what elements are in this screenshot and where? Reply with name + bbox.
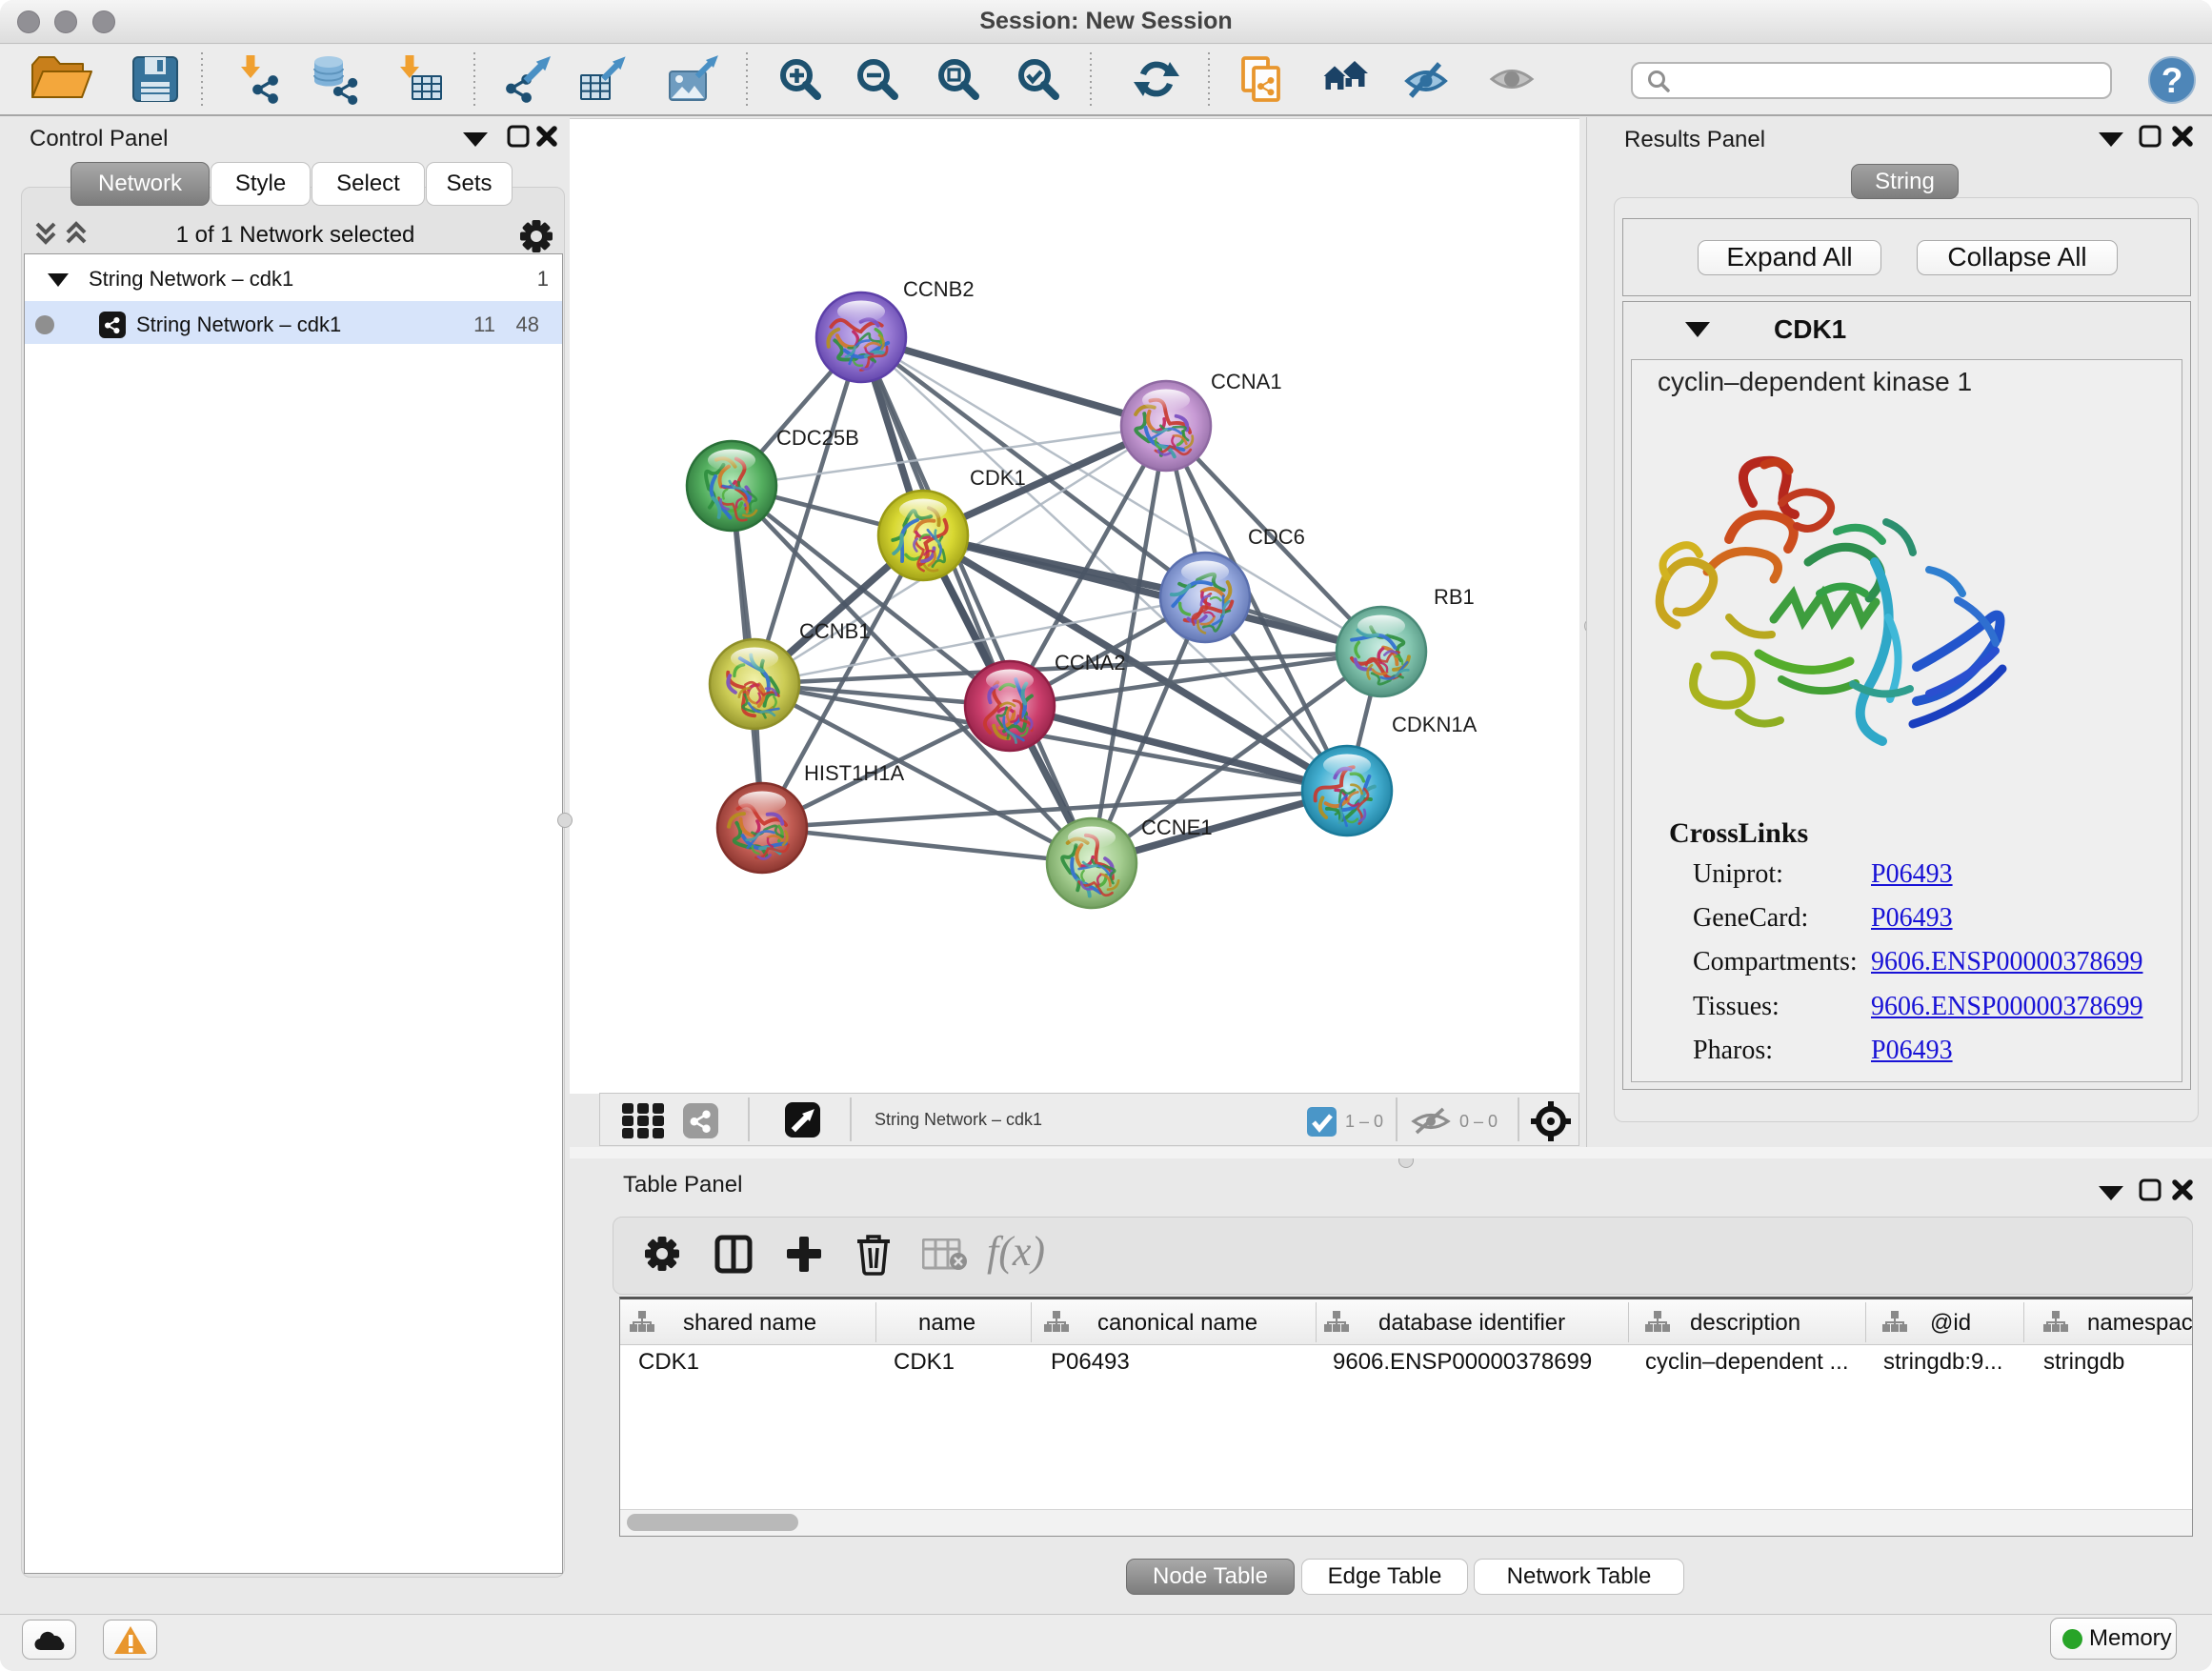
svg-text:?: ?	[2162, 61, 2183, 100]
svg-text:CDK1: CDK1	[970, 466, 1026, 490]
svg-text:CDC6: CDC6	[1248, 525, 1305, 549]
svg-text:CCNB1: CCNB1	[799, 619, 871, 643]
svg-text:CDKN1A: CDKN1A	[1392, 713, 1478, 736]
svg-text:HIST1H1A: HIST1H1A	[804, 761, 904, 785]
svg-text:CCNA1: CCNA1	[1211, 370, 1282, 393]
svg-text:CCNB2: CCNB2	[903, 277, 975, 301]
svg-text:CDC25B: CDC25B	[776, 426, 859, 450]
svg-text:CCNA2: CCNA2	[1055, 651, 1126, 674]
svg-text:RB1: RB1	[1434, 585, 1475, 609]
svg-text:CCNE1: CCNE1	[1141, 815, 1213, 839]
